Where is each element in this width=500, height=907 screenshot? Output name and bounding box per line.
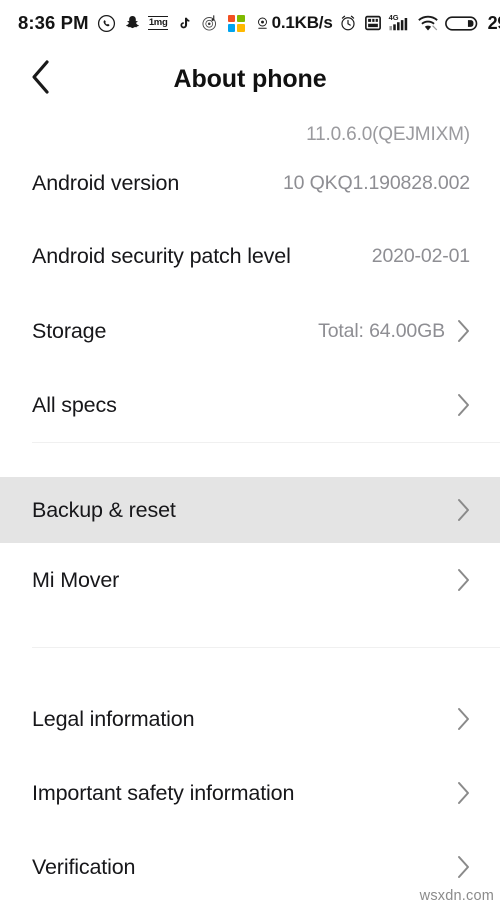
list-item-important-safety-information[interactable]: Important safety information [0,756,500,830]
system-status-icons: 0.1KB/s 4G 2 [272,13,500,34]
status-bar: 8:36 PM 1mg 0.1KB/s 4G 2 [0,0,500,46]
screen-recorder-icon [364,14,383,33]
microsoft-icon [227,14,246,33]
list-item-backup-and-reset[interactable]: Backup & reset [0,477,500,543]
chevron-right-icon [457,393,470,417]
onemg-icon: 1mg [148,14,168,33]
all-specs-label: All specs [32,392,117,417]
notification-icons: 1mg [97,14,272,33]
important-safety-information-label: Important safety information [32,780,295,805]
list-item-all-specs[interactable]: All specs [0,368,500,442]
chevron-left-icon [30,59,52,100]
battery-percent: 29% [487,12,500,33]
chevron-right-icon [457,781,470,805]
wifi-icon [417,14,439,33]
signal-label: 4G [388,12,399,22]
snapchat-icon [123,14,142,33]
whatsapp-icon [97,14,116,33]
page-title: About phone [173,64,327,93]
signal-bars-icon: 4G [388,12,411,33]
backup-and-reset-label: Backup & reset [32,497,176,522]
mi-mover-label: Mi Mover [32,567,120,592]
security-patch-label: Android security patch level [32,244,291,268]
location-pin-icon [253,14,272,33]
alarm-clock-icon [339,14,358,33]
list-item-miui-version[interactable]: 11.0.6.0(QEJMIXM) [0,112,500,148]
security-patch-value: 2020-02-01 [371,245,470,267]
legal-information-label: Legal information [32,706,195,731]
list-item-legal-information[interactable]: Legal information [0,682,500,756]
list-item-mi-mover[interactable]: Mi Mover [0,543,500,617]
back-button[interactable] [10,48,72,110]
music-icon [201,14,220,33]
list-item-android-security-patch-level[interactable]: Android security patch level 2020-02-01 [0,219,500,294]
list-item-android-version[interactable]: Android version 10 QKQ1.190828.002 [0,148,500,219]
chevron-right-icon [457,498,470,522]
battery-icon [444,14,481,33]
verification-label: Verification [32,854,136,879]
android-version-value: 10 QKQ1.190828.002 [282,172,470,194]
chevron-right-icon [457,319,470,343]
settings-list: 11.0.6.0(QEJMIXM) Android version 10 QKQ… [0,112,500,904]
miui-version-value: 11.0.6.0(QEJMIXM) [306,124,470,145]
chevron-right-icon [457,568,470,592]
tiktok-icon [175,14,194,33]
onemg-label: 1mg [148,16,168,30]
list-item-storage[interactable]: Storage Total: 64.00GB [0,294,500,368]
network-speed: 0.1KB/s [271,13,333,32]
app-header: About phone [0,46,500,112]
chevron-right-icon [457,855,470,879]
android-version-label: Android version [32,171,180,195]
storage-label: Storage [32,318,107,343]
storage-value: Total: 64.00GB [318,319,445,342]
phone-screen: 8:36 PM 1mg 0.1KB/s 4G 2 About phone 11.… [0,0,500,907]
watermark: wsxdn.com [419,888,494,904]
chevron-right-icon [457,707,470,731]
status-clock: 8:36 PM [18,12,89,33]
